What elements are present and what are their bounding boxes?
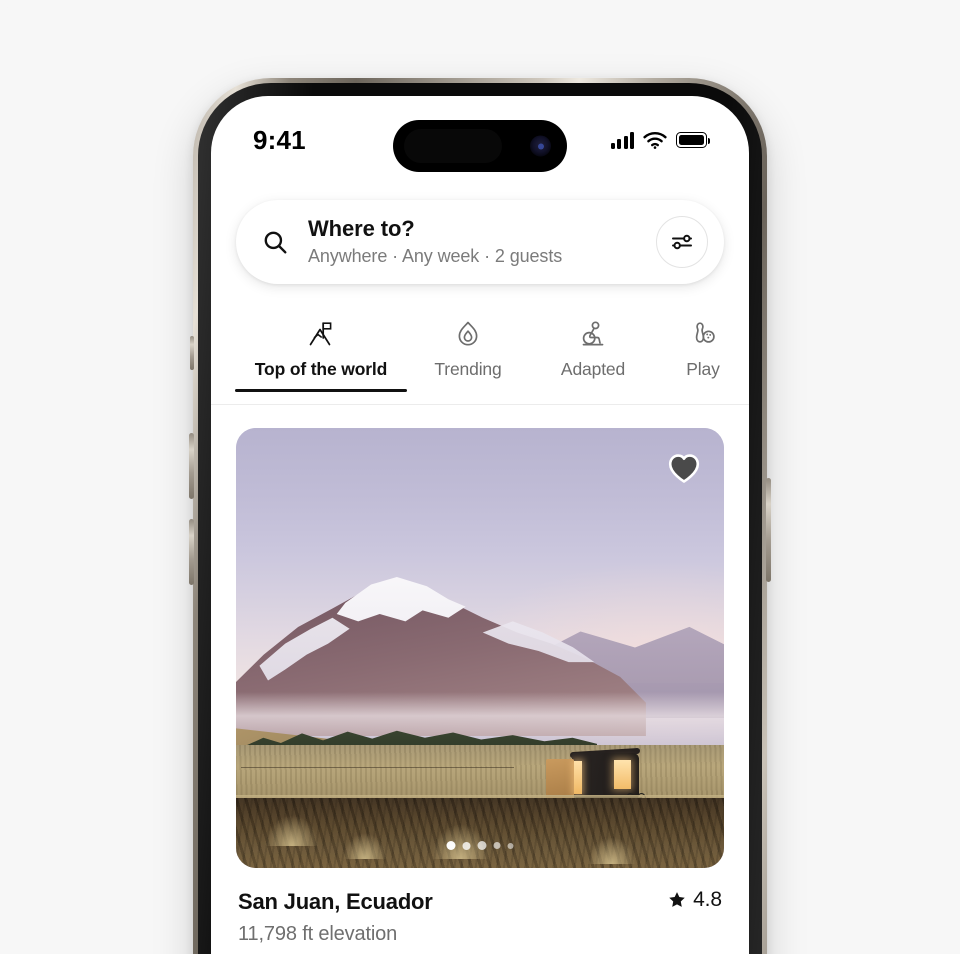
listing-photo-carousel[interactable]	[236, 428, 724, 868]
silence-switch-button[interactable]	[190, 336, 194, 370]
tab-adapted-label: Adapted	[560, 359, 626, 379]
search-bar[interactable]: Where to? Anywhere · Any week · 2 guests	[236, 200, 724, 284]
accessibility-wheelchair-icon	[577, 317, 609, 353]
tab-top-of-the-world[interactable]: Top of the world	[235, 309, 407, 392]
listing-place: San Juan, Ecuador	[238, 889, 433, 914]
bowling-pin-icon	[687, 317, 719, 353]
cellular-bars-icon	[610, 131, 634, 149]
listing-rating-value: 4.8	[693, 888, 722, 911]
volume-down-button[interactable]	[189, 519, 194, 585]
photo-grass-tuft	[587, 837, 637, 864]
wifi-icon	[643, 131, 667, 149]
filter-button[interactable]	[656, 216, 708, 268]
listing-card[interactable]: San Juan, Ecuador 4.8 11,798 ft elevatio…	[236, 428, 724, 954]
cabin-window-left	[573, 761, 583, 794]
listing-elevation: 11,798 ft elevation	[238, 923, 398, 946]
listing-rating: 4.8	[668, 888, 722, 912]
carousel-dot-1[interactable]	[446, 841, 456, 850]
status-bar-indicators	[610, 131, 711, 149]
carousel-dot-2[interactable]	[462, 841, 471, 850]
battery-full-icon	[676, 132, 711, 148]
photo-grass-tuft	[343, 832, 388, 860]
tab-top-of-the-world-label: Top of the world	[254, 359, 388, 379]
star-filled-icon	[669, 892, 685, 907]
listing-details: San Juan, Ecuador 4.8 11,798 ft elevatio…	[236, 868, 724, 954]
search-title: Where to?	[308, 215, 415, 241]
dynamic-island	[393, 120, 567, 172]
search-icon	[264, 231, 287, 254]
screenshot-canvas: 9:41 Where to? Anywhere · Any week · 2 g…	[0, 0, 960, 954]
carousel-dot-3[interactable]	[477, 841, 487, 850]
search-subtitle: Anywhere · Any week · 2 guests	[308, 245, 563, 266]
tab-adapted[interactable]: Adapted	[529, 309, 657, 380]
heart-filled-icon	[668, 454, 700, 483]
phone-screen: 9:41 Where to? Anywhere · Any week · 2 g…	[211, 96, 749, 954]
tab-play-label: Play	[686, 359, 720, 379]
volume-up-button[interactable]	[189, 433, 194, 499]
tab-trending-label: Trending	[434, 359, 502, 379]
carousel-dots[interactable]	[446, 841, 514, 850]
photo-fence-line	[240, 766, 515, 769]
power-button[interactable]	[766, 478, 771, 582]
carousel-dot-5[interactable]	[507, 842, 514, 849]
dynamic-island-pill	[404, 129, 502, 163]
status-bar-time: 9:41	[253, 124, 306, 155]
category-tabs: Snow Top of the world	[211, 309, 749, 405]
search-text-block: Where to? Anywhere · Any week · 2 guests	[308, 216, 656, 268]
tab-trending[interactable]: Trending	[407, 309, 529, 380]
flame-icon	[452, 317, 484, 353]
listing-title-row: San Juan, Ecuador 4.8	[238, 888, 722, 915]
carousel-dot-4[interactable]	[493, 842, 501, 849]
front-camera-lens-icon	[530, 135, 551, 157]
cabin-window-right	[614, 760, 632, 790]
tab-play[interactable]: Play	[657, 309, 749, 380]
phone-device-frame: 9:41 Where to? Anywhere · Any week · 2 g…	[189, 78, 771, 954]
favorite-button[interactable]	[662, 446, 706, 490]
photo-grass-tuft	[265, 815, 319, 846]
mountain-flag-icon	[305, 317, 337, 353]
tab-clipped-previous[interactable]: Snow	[215, 309, 235, 380]
tab-active-underline	[235, 389, 407, 392]
filter-sliders-icon	[672, 234, 692, 250]
